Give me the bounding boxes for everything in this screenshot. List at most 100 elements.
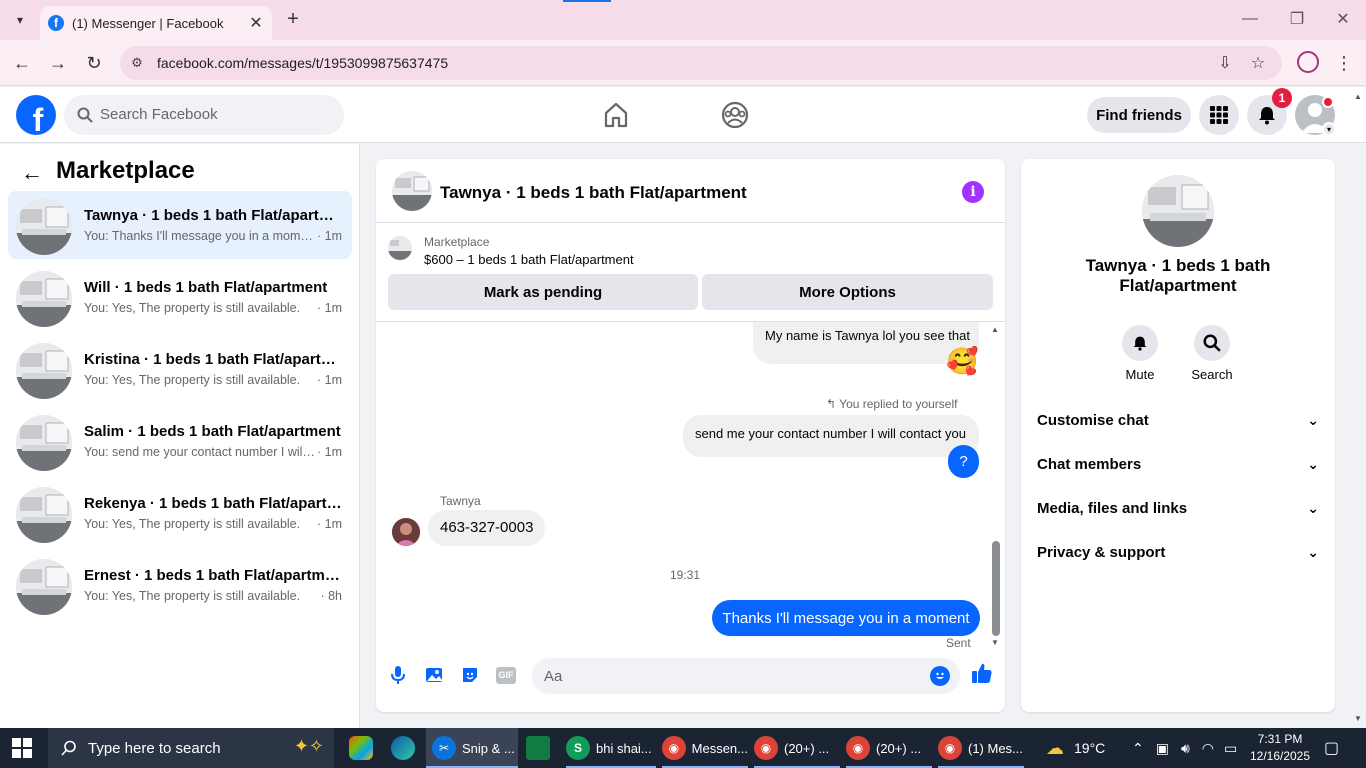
window-close-icon[interactable]: ✕ [1332, 8, 1354, 30]
browser-tab[interactable]: f (1) Messenger | Facebook ✕ [40, 6, 272, 40]
customise-chat-row[interactable]: Customise chat ⌄ [1037, 400, 1319, 440]
conversation-item[interactable]: Rekenya · 1 beds 1 bath Flat/apartment Y… [8, 479, 352, 547]
chevron-down-icon: ⌄ [1307, 411, 1319, 428]
edge-app-icon[interactable] [388, 728, 418, 768]
browser-toolbar: ← → ↻ ⚙ facebook.com/messages/t/19530998… [0, 40, 1366, 86]
address-bar[interactable]: ⚙ facebook.com/messages/t/19530998756374… [120, 46, 1282, 80]
taskbar-app-label: (1) Mes... [968, 740, 1023, 756]
tab-close-icon[interactable]: ✕ [246, 13, 266, 33]
chevron-down-icon: ⌄ [1307, 455, 1319, 472]
page-scroll-down-arrow-icon[interactable]: ▼ [1352, 712, 1364, 724]
reload-icon[interactable]: ↻ [82, 51, 106, 75]
taskbar-app-chrome-3[interactable]: ◉ (20+) ... [754, 728, 840, 768]
taskbar-app-chrome-2[interactable]: ◉ Messen... [662, 728, 748, 768]
media-files-links-row[interactable]: Media, files and links ⌄ [1037, 488, 1319, 528]
wifi-icon[interactable]: ◠ [1202, 740, 1214, 757]
minimize-icon[interactable]: — [1239, 8, 1261, 30]
volume-icon[interactable]: 🔊︎ [1181, 740, 1190, 757]
conversation-item[interactable]: Ernest · 1 beds 1 bath Flat/apartment Yo… [8, 551, 352, 619]
hidden-icons-chevron-icon[interactable]: ⌃ [1132, 740, 1144, 757]
windows-taskbar: Type here to search ✦✧ ✂ Snip & ... S bh… [0, 728, 1366, 768]
notification-center-icon[interactable]: ▢ [1324, 728, 1339, 768]
account-chevron-down-icon[interactable]: ▾ [1322, 122, 1336, 136]
more-options-button[interactable]: More Options [702, 274, 993, 310]
conversation-item[interactable]: Tawnya · 1 beds 1 bath Flat/apartment Yo… [8, 191, 352, 259]
new-tab-icon[interactable]: + [282, 8, 304, 30]
sheets-app-icon[interactable] [526, 728, 550, 768]
groups-icon[interactable] [719, 99, 751, 131]
menu-grid-icon[interactable] [1199, 95, 1239, 135]
bell-icon [1122, 325, 1158, 361]
back-arrow-icon[interactable]: ← [20, 160, 44, 185]
page-scroll-up-arrow-icon[interactable]: ▲ [1352, 90, 1364, 102]
restore-icon[interactable]: ❐ [1286, 8, 1308, 30]
mute-button[interactable]: Mute [1110, 325, 1170, 382]
office-app-icon[interactable] [346, 728, 376, 768]
gif-icon[interactable]: GIF [495, 664, 517, 686]
taskbar-app-chrome-4[interactable]: ◉ (20+) ... [846, 728, 932, 768]
listing-thumbnail [16, 559, 72, 615]
listing-mini-thumbnail [388, 236, 412, 260]
sticker-icon[interactable] [459, 664, 481, 686]
mark-as-pending-button[interactable]: Mark as pending [388, 274, 698, 310]
install-app-icon[interactable]: ⇩ [1216, 54, 1234, 72]
gif-label: GIF [496, 666, 516, 684]
sent-status: Sent [946, 636, 971, 650]
taskbar-clock[interactable]: 7:31 PM 12/16/2025 [1248, 731, 1312, 765]
search-icon [76, 106, 94, 124]
tab-title: (1) Messenger | Facebook [72, 15, 224, 31]
quoted-reply-bubble[interactable]: send me your contact number I will conta… [683, 415, 979, 457]
taskbar-app-snip[interactable]: ✂ Snip & ... [426, 728, 518, 768]
battery-icon[interactable]: ▭ [1224, 740, 1237, 757]
spreadsheet-icon [526, 736, 550, 760]
section-label: Media, files and links [1037, 499, 1188, 517]
scroll-up-arrow-icon[interactable]: ▲ [990, 324, 1000, 334]
conversation-name: Tawnya · 1 beds 1 bath Flat/apartment [1085, 256, 1271, 295]
taskbar-search-box[interactable]: Type here to search ✦✧ [48, 728, 334, 768]
preview-text: You: Thanks I'll message you in a moment [84, 229, 315, 243]
conversation-item[interactable]: Salim · 1 beds 1 bath Flat/apartment You… [8, 407, 352, 475]
mute-label: Mute [1125, 367, 1155, 382]
taskbar-app-chrome-5[interactable]: ◉ (1) Mes... [938, 728, 1024, 768]
preview-time: · 1m [317, 301, 342, 315]
windows-start-icon[interactable] [12, 738, 32, 758]
facebook-header: f Search Facebook Find friends [0, 87, 1366, 143]
meet-now-icon[interactable]: ▣ [1156, 740, 1169, 757]
scroll-down-arrow-icon[interactable]: ▼ [990, 637, 1000, 647]
conversation-preview: You: Yes, The property is still availabl… [84, 301, 342, 315]
sender-avatar[interactable] [392, 518, 420, 546]
chat-title[interactable]: Tawnya · 1 beds 1 bath Flat/apartment [440, 183, 747, 203]
conversation-item[interactable]: Will · 1 beds 1 bath Flat/apartment You:… [8, 263, 352, 331]
site-info-icon[interactable]: ⚙ [128, 54, 146, 72]
listing-price-title[interactable]: $600 – 1 beds 1 bath Flat/apartment [424, 252, 634, 267]
conversation-item[interactable]: Kristina · 1 beds 1 bath Flat/apartment … [8, 335, 352, 403]
marketplace-listing-bar: Marketplace $600 – 1 beds 1 bath Flat/ap… [376, 224, 1005, 322]
facebook-logo-icon[interactable]: f [16, 95, 56, 135]
address-url[interactable]: facebook.com/messages/t/1953099875637475 [157, 55, 448, 71]
privacy-support-row[interactable]: Privacy & support ⌄ [1037, 532, 1319, 572]
tab-search-chevron-icon[interactable]: ▾ [8, 8, 32, 32]
search-in-conversation-button[interactable]: Search [1182, 325, 1242, 382]
taskbar-app-chrome-1[interactable]: S bhi shai... [566, 728, 656, 768]
home-icon[interactable] [600, 99, 632, 131]
chat-avatar[interactable] [392, 171, 432, 211]
find-friends-button[interactable]: Find friends [1087, 97, 1191, 133]
message-input[interactable]: Aa [532, 658, 960, 694]
browser-menu-icon[interactable]: ⋮ [1334, 51, 1354, 75]
browser-profile-icon[interactable] [1297, 51, 1319, 73]
facebook-search-input[interactable]: Search Facebook [64, 95, 344, 135]
thumbs-up-icon[interactable] [971, 662, 993, 684]
forward-arrow-icon[interactable]: → [46, 51, 70, 75]
bookmark-star-icon[interactable]: ☆ [1249, 54, 1267, 72]
conversation-info-icon[interactable]: i [962, 181, 984, 203]
photo-attach-icon[interactable] [423, 664, 445, 686]
office-icon [349, 736, 373, 760]
weather-widget[interactable]: ☁ 19°C [1046, 728, 1105, 768]
listing-thumbnail [16, 415, 72, 471]
back-arrow-icon[interactable]: ← [10, 51, 34, 75]
message-scrollbar-thumb[interactable] [992, 541, 1000, 636]
microphone-icon[interactable] [387, 664, 409, 686]
emoji-icon[interactable] [930, 666, 950, 686]
chat-members-row[interactable]: Chat members ⌄ [1037, 444, 1319, 484]
chrome-icon: S [566, 736, 590, 760]
